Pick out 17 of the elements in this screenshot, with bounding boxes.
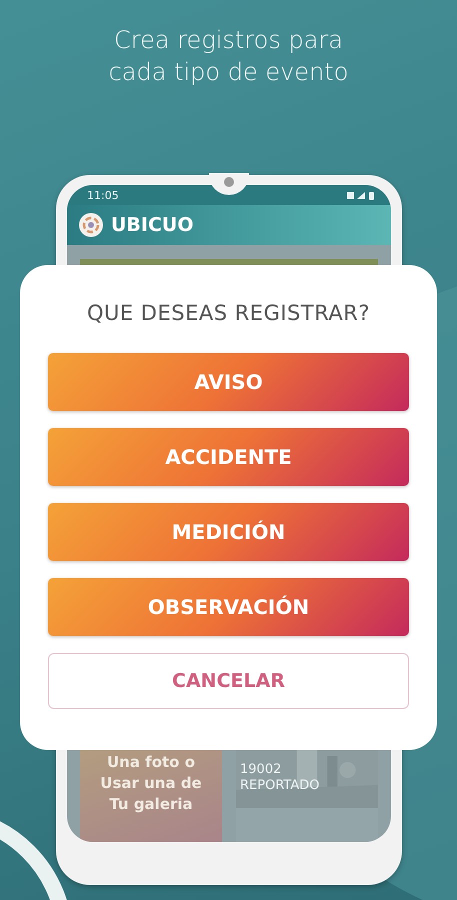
card-text: Tu galeria bbox=[109, 794, 193, 815]
option-button[interactable]: ACCIDENTE bbox=[48, 428, 409, 486]
camera-icon bbox=[224, 177, 234, 187]
option-button[interactable]: MEDICIÓN bbox=[48, 503, 409, 561]
option-button[interactable]: OBSERVACIÓN bbox=[48, 578, 409, 636]
dialog-title: QUE DESEAS REGISTRAR? bbox=[86, 301, 372, 325]
card-text: Usar una de bbox=[100, 773, 202, 794]
logo-icon bbox=[79, 213, 103, 237]
cancel-button[interactable]: CANCELAR bbox=[48, 653, 409, 709]
report-number: 19002 bbox=[240, 762, 282, 778]
headline: Crea registros para cada tipo de evento bbox=[108, 25, 350, 88]
report-status: REPORTADO bbox=[240, 778, 320, 794]
option-button[interactable]: AVISO bbox=[48, 353, 409, 411]
status-icons bbox=[347, 190, 377, 200]
app-title: UBICUO bbox=[111, 214, 194, 236]
card-text: Una foto o bbox=[106, 752, 196, 773]
status-time: 11:05 bbox=[87, 188, 119, 202]
